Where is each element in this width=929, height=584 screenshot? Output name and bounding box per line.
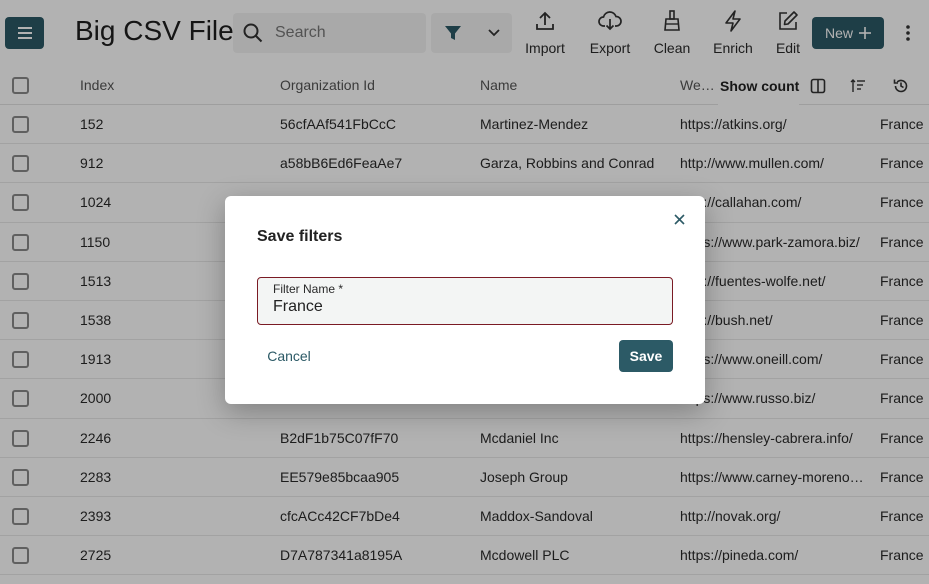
cancel-button[interactable]: Cancel <box>257 340 321 372</box>
dialog-close-button[interactable] <box>669 209 689 229</box>
close-icon <box>673 213 685 225</box>
filter-name-field[interactable]: Filter Name * <box>257 277 673 325</box>
filter-name-label: Filter Name * <box>273 282 344 296</box>
save-filters-dialog: Save filters Filter Name * Cancel Save <box>225 196 705 404</box>
filter-name-input[interactable] <box>273 298 653 316</box>
dialog-title: Save filters <box>257 228 343 245</box>
save-button[interactable]: Save <box>619 340 673 372</box>
